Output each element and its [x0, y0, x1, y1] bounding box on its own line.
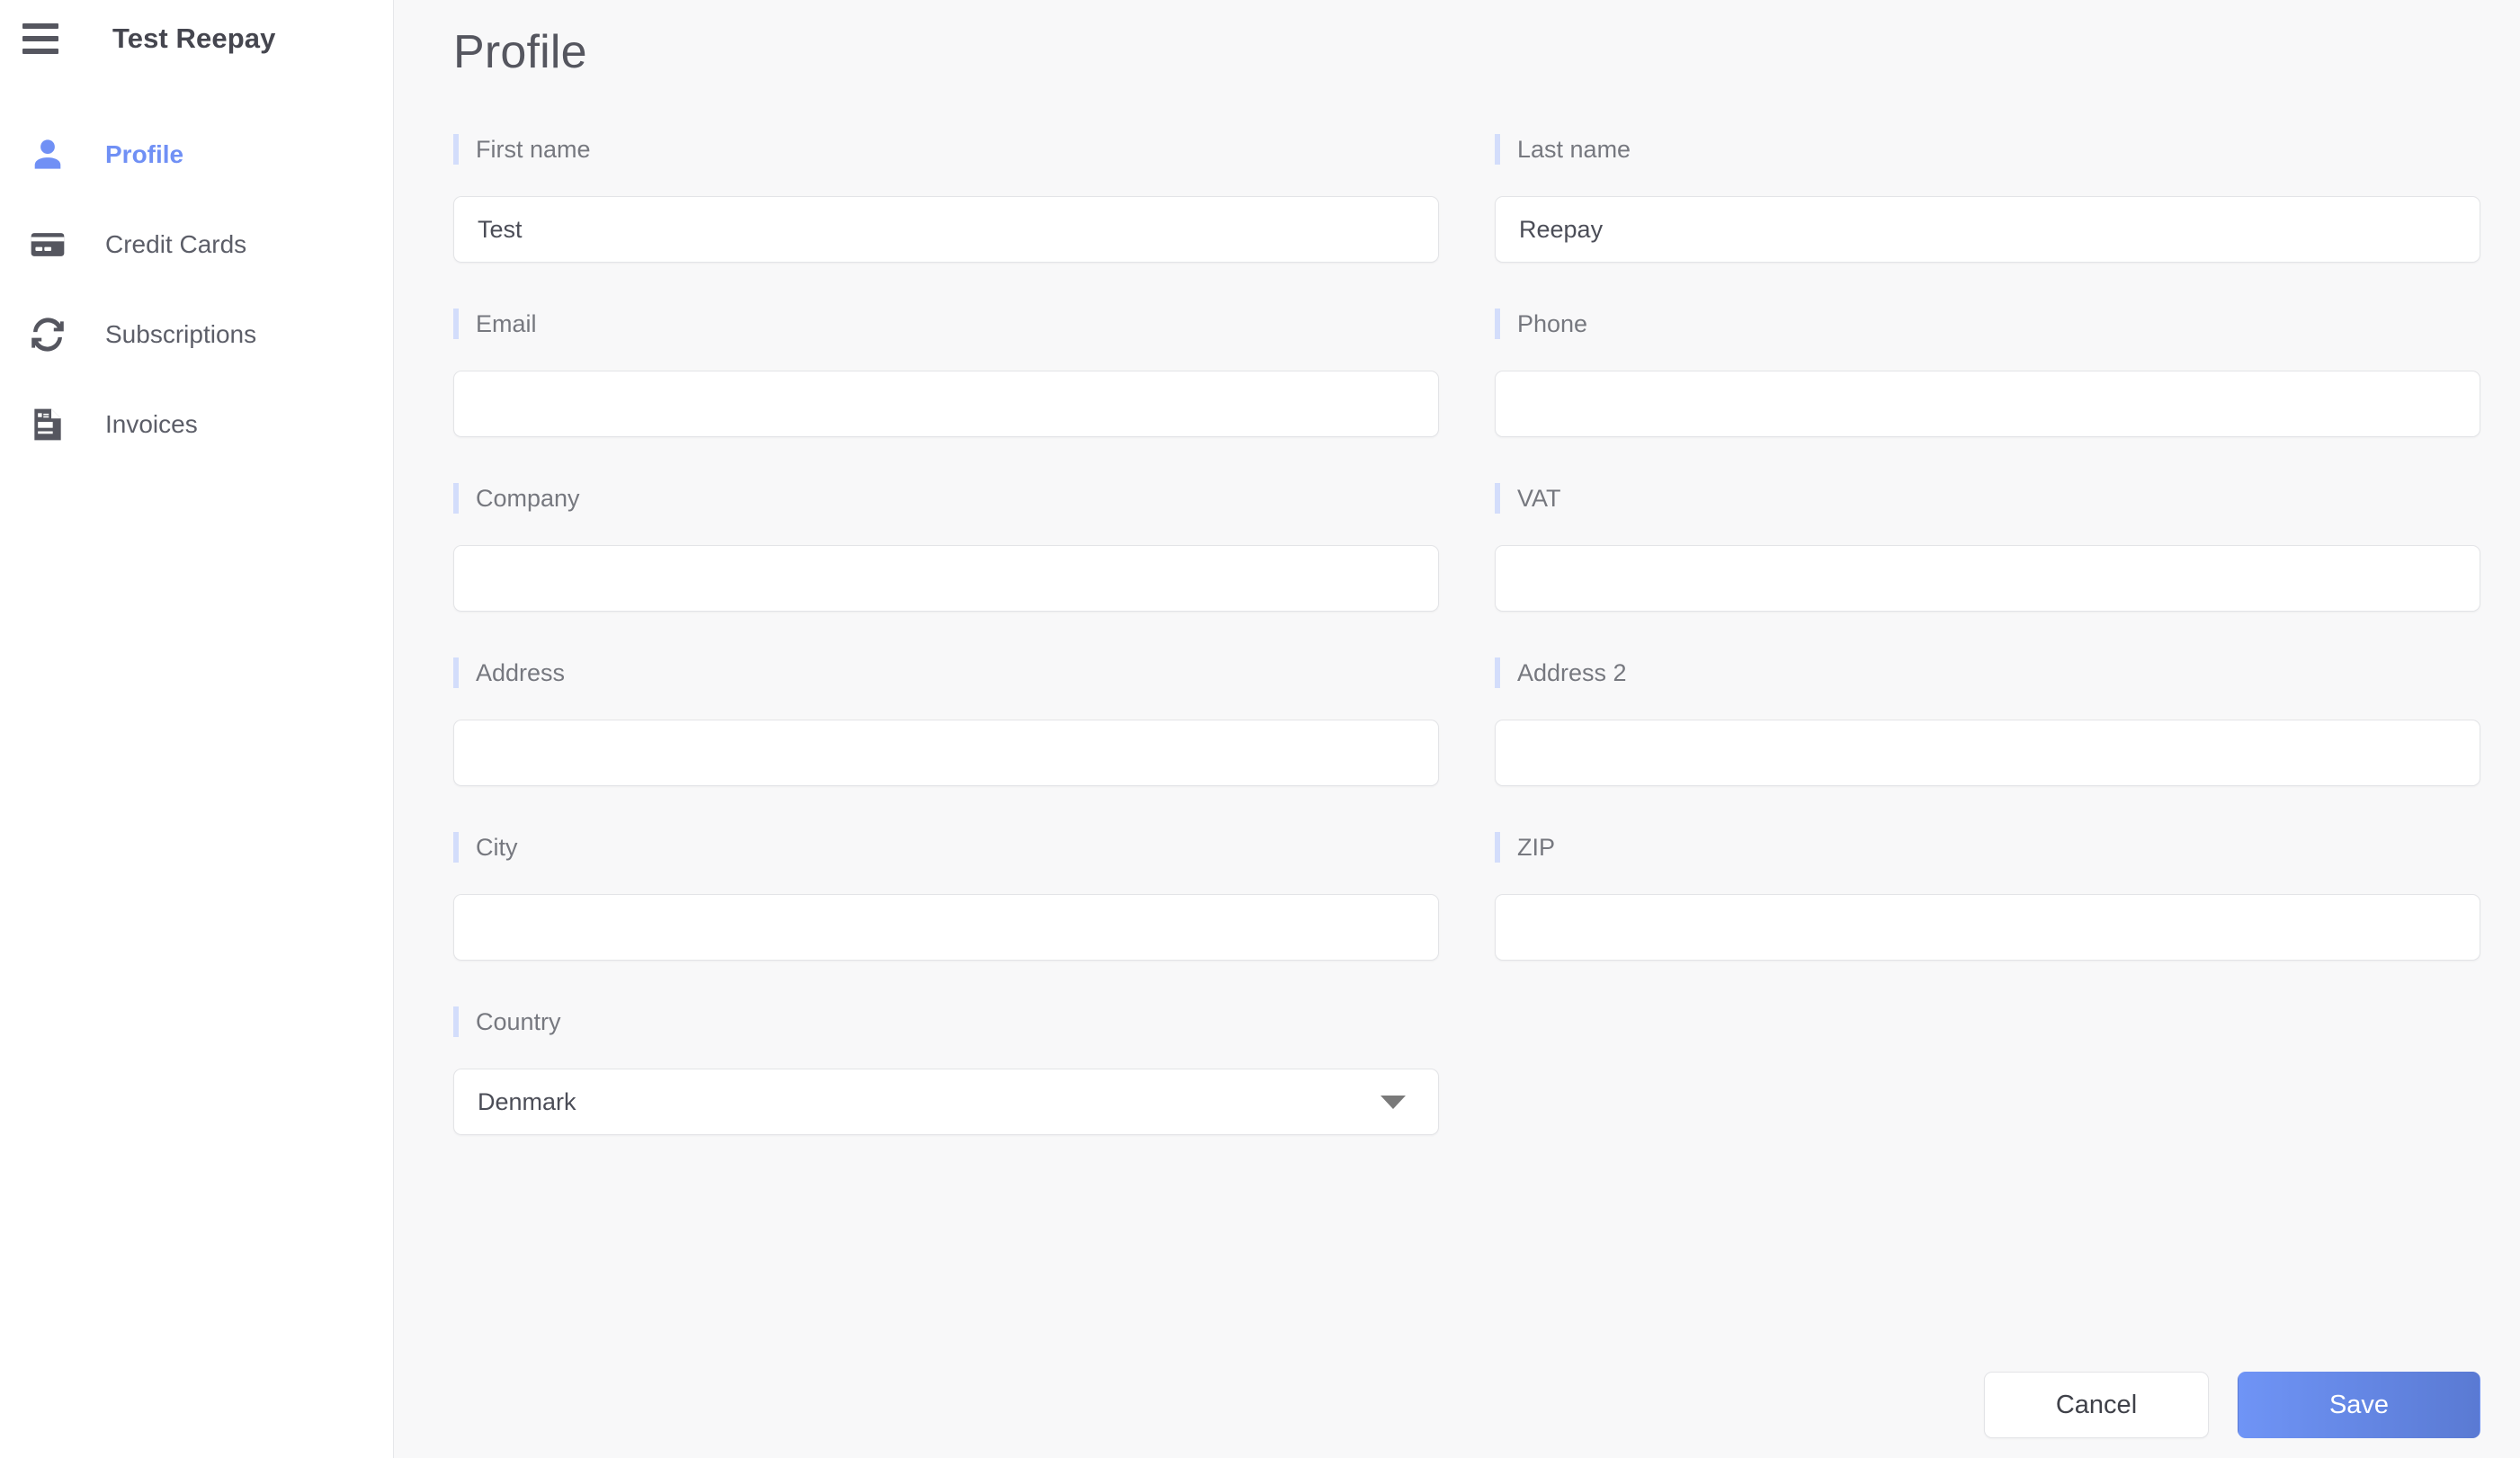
label-accent-bar: [453, 657, 459, 688]
sidebar-nav: Profile Credit Cards Subscriptions Invoi…: [0, 110, 393, 470]
invoice-doc-icon: [25, 402, 70, 447]
field-vat: VAT: [1495, 483, 2480, 612]
sidebar-item-invoices[interactable]: Invoices: [0, 380, 393, 470]
label-accent-bar: [1495, 832, 1500, 863]
label-accent-bar: [453, 1006, 459, 1037]
label-accent-bar: [1495, 309, 1500, 339]
field-label: Address: [453, 657, 1439, 688]
sidebar-item-label: Profile: [105, 140, 184, 168]
hamburger-bar: [22, 36, 58, 41]
field-city: City: [453, 832, 1439, 961]
country-select-value: Denmark: [478, 1087, 576, 1115]
field-company: Company: [453, 483, 1439, 612]
main-content: Profile First name Test Last name Reepay: [394, 0, 2520, 1458]
field-label: Company: [453, 483, 1439, 514]
field-label: Email: [453, 309, 1439, 339]
field-label-text: Last name: [1517, 135, 1631, 163]
city-input[interactable]: [453, 894, 1439, 961]
credit-card-icon: [25, 222, 70, 267]
field-label: City: [453, 832, 1439, 863]
label-accent-bar: [1495, 134, 1500, 165]
sidebar-header: Test Reepay: [0, 0, 393, 77]
field-first-name: First name Test: [453, 134, 1439, 263]
field-label-text: Country: [476, 1007, 561, 1035]
field-label: VAT: [1495, 483, 2480, 514]
hamburger-icon[interactable]: [22, 20, 60, 58]
sidebar-item-credit-cards[interactable]: Credit Cards: [0, 200, 393, 290]
hamburger-bar: [22, 49, 58, 54]
zip-input[interactable]: [1495, 894, 2480, 961]
address2-input[interactable]: [1495, 720, 2480, 786]
phone-input[interactable]: [1495, 371, 2480, 437]
address-input[interactable]: [453, 720, 1439, 786]
sidebar-item-label: Credit Cards: [105, 230, 247, 258]
last-name-input[interactable]: Reepay: [1495, 196, 2480, 263]
email-input[interactable]: [453, 371, 1439, 437]
field-address: Address: [453, 657, 1439, 786]
label-accent-bar: [453, 134, 459, 165]
sidebar-item-label: Invoices: [105, 410, 198, 438]
hamburger-bar: [22, 23, 58, 29]
field-phone: Phone: [1495, 309, 2480, 437]
form-actions: Cancel Save: [1984, 1372, 2480, 1438]
brand-title: Test Reepay: [112, 22, 276, 54]
label-accent-bar: [453, 309, 459, 339]
field-label-text: Address 2: [1517, 658, 1627, 686]
vat-input[interactable]: [1495, 545, 2480, 612]
field-label: Country: [453, 1006, 1439, 1037]
field-email: Email: [453, 309, 1439, 437]
company-input[interactable]: [453, 545, 1439, 612]
person-icon: [25, 132, 70, 177]
sidebar-item-profile[interactable]: Profile: [0, 110, 393, 200]
chevron-down-icon: [1381, 1095, 1406, 1109]
country-select[interactable]: Denmark: [453, 1069, 1439, 1135]
sidebar-item-subscriptions[interactable]: Subscriptions: [0, 290, 393, 380]
field-country: Country Denmark: [453, 1006, 1439, 1135]
refresh-cycle-icon: [25, 312, 70, 357]
field-label: ZIP: [1495, 832, 2480, 863]
page-title: Profile: [453, 26, 587, 78]
field-label-text: Phone: [1517, 309, 1588, 337]
field-address2: Address 2: [1495, 657, 2480, 786]
sidebar-item-label: Subscriptions: [105, 320, 257, 348]
sidebar: Test Reepay Profile Credit Cards Subscri…: [0, 0, 394, 1458]
field-label: Last name: [1495, 134, 2480, 165]
field-zip: ZIP: [1495, 832, 2480, 961]
first-name-input[interactable]: Test: [453, 196, 1439, 263]
field-label-text: First name: [476, 135, 591, 163]
field-label-text: Address: [476, 658, 566, 686]
label-accent-bar: [453, 483, 459, 514]
label-accent-bar: [1495, 483, 1500, 514]
field-label: First name: [453, 134, 1439, 165]
field-label-text: VAT: [1517, 484, 1561, 512]
field-label-text: City: [476, 833, 518, 861]
cancel-button[interactable]: Cancel: [1984, 1372, 2209, 1438]
label-accent-bar: [1495, 657, 1500, 688]
save-button[interactable]: Save: [2238, 1372, 2480, 1438]
label-accent-bar: [453, 832, 459, 863]
field-label: Address 2: [1495, 657, 2480, 688]
field-label-text: Company: [476, 484, 580, 512]
app-root: Test Reepay Profile Credit Cards Subscri…: [0, 0, 2520, 1458]
field-label-text: ZIP: [1517, 833, 1556, 861]
field-label-text: Email: [476, 309, 537, 337]
field-last-name: Last name Reepay: [1495, 134, 2480, 263]
profile-form: First name Test Last name Reepay Email P…: [453, 134, 2480, 1181]
field-label: Phone: [1495, 309, 2480, 339]
